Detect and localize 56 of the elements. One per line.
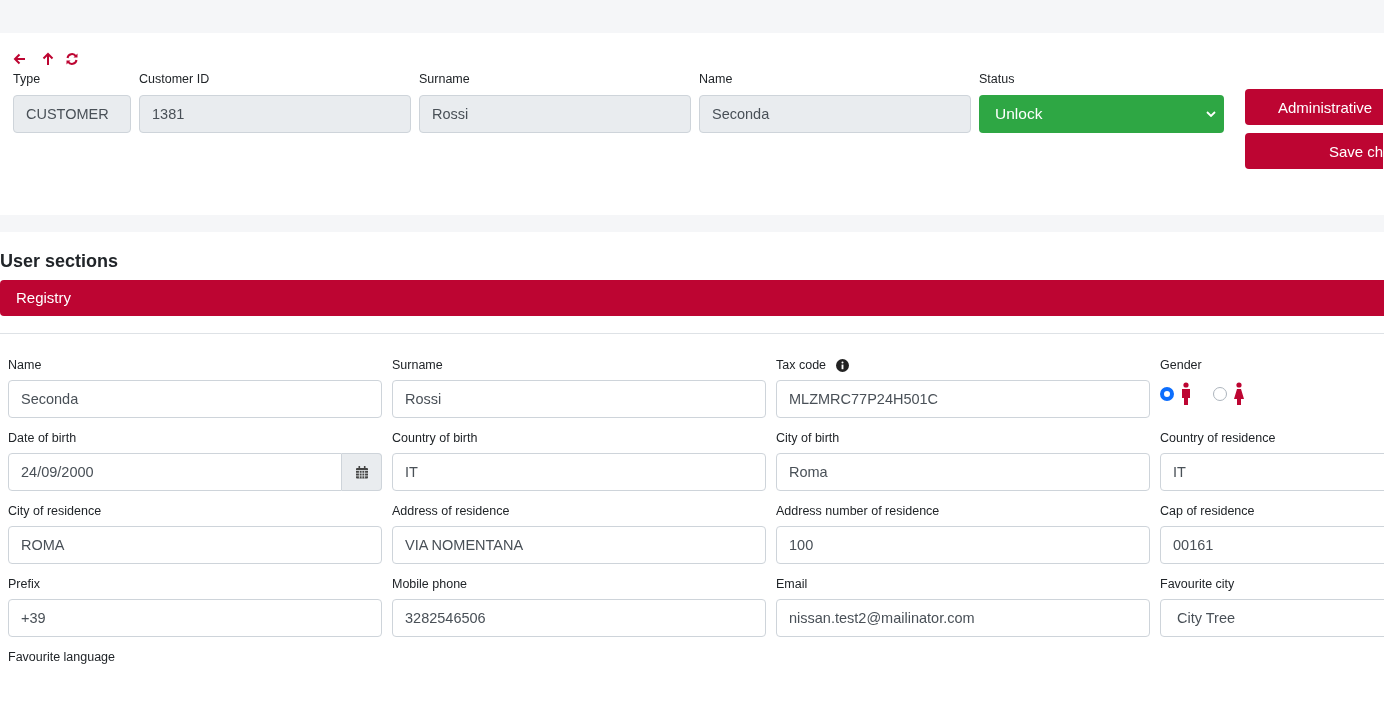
field-label: Country of birth — [392, 431, 478, 445]
field-label: Cap of residence — [1160, 504, 1255, 518]
radio-button[interactable] — [1160, 387, 1174, 401]
field-label: Email — [776, 577, 808, 591]
section-title: User sections — [0, 250, 120, 272]
field-label: Surname — [419, 71, 470, 87]
calendar-button[interactable] — [342, 453, 382, 491]
calendar-icon — [354, 465, 369, 479]
input-field[interactable]: IT — [392, 453, 766, 491]
woman-icon — [1234, 382, 1244, 406]
input-field[interactable]: ROMA — [8, 526, 382, 564]
field-label: Tax code — [776, 358, 827, 372]
field-label: Favourite city — [1160, 577, 1235, 591]
date-input-field[interactable]: 24/09/2000 — [8, 453, 342, 491]
readonly-field[interactable]: Seconda — [699, 95, 971, 133]
field-label: Date of birth — [8, 431, 77, 445]
field-label: Favourite language — [8, 650, 116, 664]
dropdown-field[interactable]: City Tree — [1160, 599, 1384, 637]
info-icon[interactable] — [836, 358, 850, 372]
input-field[interactable]: 3282546506 — [392, 599, 766, 637]
field-label: Surname — [392, 358, 443, 372]
field-label: Name — [8, 358, 42, 372]
field-label: Name — [699, 71, 733, 87]
readonly-field[interactable]: Rossi — [419, 95, 691, 133]
input-field[interactable]: 100 — [776, 526, 1150, 564]
input-field[interactable]: VIA NOMENTANA — [392, 526, 766, 564]
input-field[interactable]: nissan.test2@mailinator.com — [776, 599, 1150, 637]
up-arrow-icon[interactable] — [41, 52, 55, 66]
chevron-down-icon — [1206, 111, 1216, 117]
field-label: City of residence — [8, 504, 102, 518]
input-field[interactable]: Rossi — [392, 380, 766, 418]
accordion-header[interactable]: Registry — [0, 280, 1384, 316]
input-field[interactable]: 00161 — [1160, 526, 1384, 564]
input-field[interactable]: Roma — [776, 453, 1150, 491]
field-label: Gender — [1160, 358, 1202, 372]
input-field[interactable]: MLZMRC77P24H501C — [776, 380, 1150, 418]
field-label: Status — [979, 71, 1015, 87]
input-field[interactable]: Seconda — [8, 380, 382, 418]
action-button[interactable]: Save ch — [1245, 133, 1383, 169]
field-label: Mobile phone — [392, 577, 468, 591]
back-arrow-icon[interactable] — [13, 52, 27, 66]
field-label: City of birth — [776, 431, 840, 445]
field-label: Address of residence — [392, 504, 510, 518]
readonly-field[interactable]: CUSTOMER — [13, 95, 131, 133]
field-label: Type — [13, 71, 41, 87]
readonly-field[interactable]: 1381 — [139, 95, 411, 133]
field-label: Address number of residence — [776, 504, 940, 518]
field-label: Prefix — [8, 577, 40, 591]
man-icon — [1181, 382, 1191, 406]
field-label: Country of residence — [1160, 431, 1276, 445]
radio-button[interactable] — [1213, 387, 1227, 401]
refresh-icon[interactable] — [65, 52, 79, 66]
action-button[interactable]: Administrative — [1245, 89, 1383, 125]
input-field[interactable]: IT — [1160, 453, 1384, 491]
input-field[interactable]: +39 — [8, 599, 382, 637]
field-label: Customer ID — [139, 71, 210, 87]
